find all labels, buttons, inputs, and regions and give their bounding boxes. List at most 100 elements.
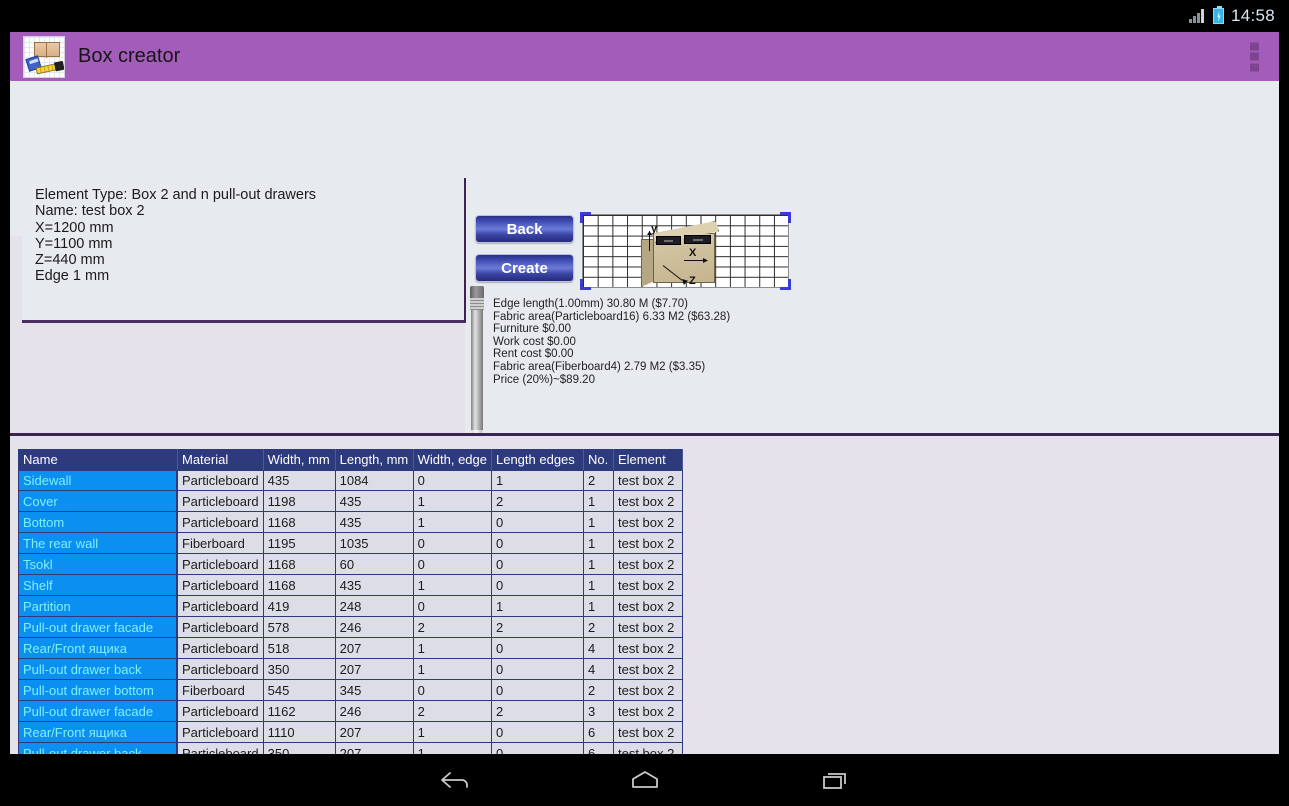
parts-table-container[interactable]: Name Material Width, mm Length, mm Width…: [10, 436, 1279, 754]
cell-no: 1: [583, 554, 614, 575]
col-header-width-edge[interactable]: Width, edge: [413, 449, 492, 470]
cell-width: 1168: [263, 512, 336, 533]
cell-element: test box 2: [613, 554, 683, 575]
axis-label-z: Z: [689, 275, 696, 287]
info-line-y: Y=1100 mm: [35, 235, 113, 252]
back-button[interactable]: Back: [475, 215, 574, 243]
col-header-name[interactable]: Name: [18, 449, 178, 470]
cell-length: 1084: [335, 470, 414, 491]
content-area: Element Type: Box 2 and n pull-out drawe…: [10, 81, 1279, 754]
table-row[interactable]: Pull-out drawer back Particleboard 350 207 1…: [18, 659, 683, 680]
cell-width-edge: 0: [413, 470, 492, 491]
table-row[interactable]: Pull-out drawer bottom Fiberboard 545 345 0 0…: [18, 680, 683, 701]
cell-no: 2: [583, 617, 614, 638]
cell-width: 1168: [263, 554, 336, 575]
cell-no: 6: [583, 743, 614, 754]
col-header-width[interactable]: Width, mm: [263, 449, 336, 470]
cell-element: test box 2: [613, 470, 683, 491]
cell-name: Pull-out drawer back: [18, 743, 178, 754]
cell-name: Sidewall: [18, 470, 178, 491]
table-row[interactable]: Tsokl Particleboard 1168 60 0 0 1 test box 2: [18, 554, 683, 575]
cell-material: Particleboard: [178, 617, 264, 638]
cell-width: 578: [263, 617, 336, 638]
cell-length-edges: 0: [491, 512, 584, 533]
table-row[interactable]: Shelf Particleboard 1168 435 1 0 1 test box 2: [18, 575, 683, 596]
cost-summary-panel: Edge length(1.00mm) 30.80 M ($7.70) Fabr…: [493, 298, 923, 386]
table-row[interactable]: Bottom Particleboard 1168 435 1 0 1 test box 2: [18, 512, 683, 533]
table-row[interactable]: The rear wall Fiberboard 1195 1035 0 0 1 test b…: [18, 533, 683, 554]
preview-corner-br: [780, 279, 791, 290]
cell-width: 1198: [263, 491, 336, 512]
cell-name: Partition: [18, 596, 178, 617]
cell-length: 345: [335, 680, 414, 701]
cell-element: test box 2: [613, 701, 683, 722]
table-row[interactable]: Rear/Front ящика Particleboard 518 207 1 0 4 te…: [18, 638, 683, 659]
cabinet-3d-model: y X Z: [641, 221, 731, 287]
cell-width: 518: [263, 638, 336, 659]
cell-length-edges: 0: [491, 533, 584, 554]
box-3d-preview[interactable]: y X Z: [580, 212, 791, 290]
parts-table: Name Material Width, mm Length, mm Width…: [18, 449, 683, 754]
table-row[interactable]: Partition Particleboard 419 248 0 1 1 test box …: [18, 596, 683, 617]
bezel-right: [1279, 32, 1289, 754]
nav-home-icon[interactable]: [614, 763, 676, 797]
col-header-length[interactable]: Length, mm: [335, 449, 414, 470]
table-row[interactable]: Sidewall Particleboard 435 1084 0 1 2 test box …: [18, 470, 683, 491]
col-header-length-edges[interactable]: Length edges: [491, 449, 584, 470]
cell-name: Tsokl: [18, 554, 178, 575]
cell-length-edges: 0: [491, 743, 584, 754]
cell-width: 1110: [263, 722, 336, 743]
col-header-material[interactable]: Material: [178, 449, 264, 470]
preview-corner-bl: [580, 279, 591, 290]
cell-element: test box 2: [613, 659, 683, 680]
cell-width-edge: 0: [413, 554, 492, 575]
cell-element: test box 2: [613, 638, 683, 659]
table-row[interactable]: Cover Particleboard 1198 435 1 2 1 test box 2: [18, 491, 683, 512]
cell-material: Particleboard: [178, 659, 264, 680]
box-creator-app-icon: [23, 35, 65, 78]
cost-edge-length: Edge length(1.00mm) 30.80 M ($7.70): [493, 298, 688, 310]
col-header-element[interactable]: Element: [613, 449, 683, 470]
cell-width-edge: 1: [413, 575, 492, 596]
col-header-no[interactable]: No.: [583, 449, 614, 470]
cell-name: Rear/Front ящика: [18, 722, 178, 743]
cell-width: 545: [263, 680, 336, 701]
table-row[interactable]: Pull-out drawer facade Particleboard 578 24…: [18, 617, 683, 638]
screen-root: 14:58 Box creator Element Type: Box 2 an…: [0, 0, 1289, 806]
cell-element: test box 2: [613, 722, 683, 743]
overflow-menu-icon[interactable]: [1250, 42, 1259, 71]
cell-length-edges: 0: [491, 680, 584, 701]
cell-length: 435: [335, 491, 414, 512]
cell-width: 1162: [263, 701, 336, 722]
cell-no: 2: [583, 470, 614, 491]
cell-length: 246: [335, 617, 414, 638]
cell-name: Pull-out drawer bottom: [18, 680, 178, 701]
cell-name: Pull-out drawer back: [18, 659, 178, 680]
nav-recents-icon[interactable]: [804, 763, 866, 797]
preview-corner-tl: [580, 212, 591, 223]
create-button[interactable]: Create: [475, 254, 574, 282]
cell-name: Pull-out drawer facade: [18, 617, 178, 638]
status-clock: 14:58: [1230, 6, 1275, 25]
nav-back-icon[interactable]: [424, 763, 486, 797]
table-row[interactable]: Pull-out drawer back Particleboard 350 207 1…: [18, 743, 683, 754]
app-window: Box creator Element Type: Box 2 and n pu…: [10, 32, 1279, 754]
cell-element: test box 2: [613, 491, 683, 512]
cost-price: Price (20%)~$89.20: [493, 373, 595, 386]
cost-fabric-fiber: Fabric area(Fiberboard4) 2.79 M2 ($3.35): [493, 360, 706, 373]
cell-no: 4: [583, 659, 614, 680]
cell-no: 1: [583, 596, 614, 617]
bezel-left: [0, 32, 10, 754]
info-line-x: X=1200 mm: [35, 219, 114, 236]
cell-width-edge: 2: [413, 701, 492, 722]
cell-material: Particleboard: [178, 554, 264, 575]
cell-no: 4: [583, 638, 614, 659]
cell-length: 207: [335, 638, 414, 659]
table-row[interactable]: Rear/Front ящика Particleboard 1110 207 1 0 6 t…: [18, 722, 683, 743]
info-line-type: Element Type: Box 2 and n pull-out drawe…: [35, 187, 317, 203]
table-row[interactable]: Pull-out drawer facade Particleboard 1162 2…: [18, 701, 683, 722]
cell-material: Particleboard: [178, 491, 264, 512]
cell-width: 435: [263, 470, 336, 491]
cell-no: 1: [583, 575, 614, 596]
cell-length-edges: 0: [491, 575, 584, 596]
